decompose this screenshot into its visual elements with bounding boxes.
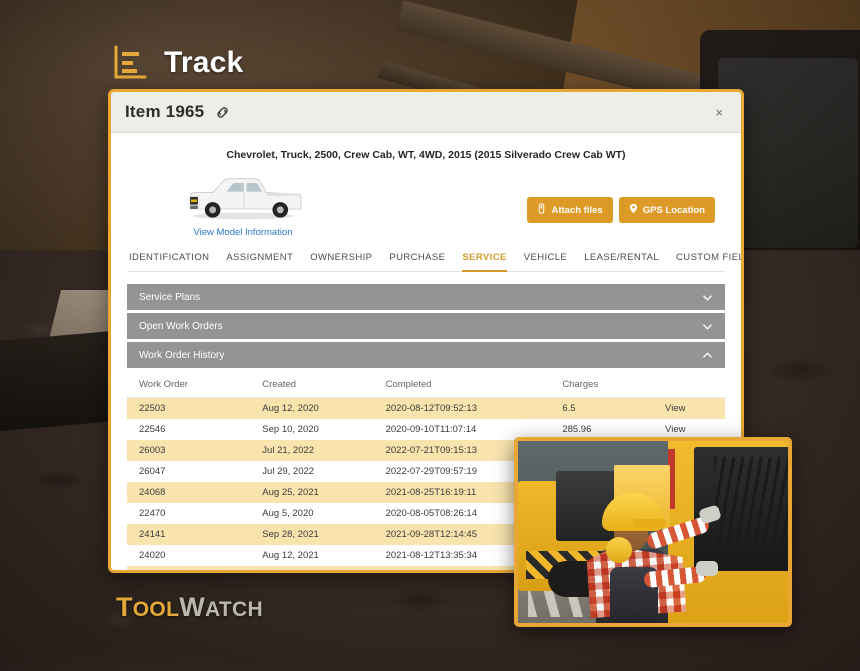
- track-header: Track: [112, 44, 243, 82]
- worker-inspecting-machinery-photo: [514, 437, 792, 627]
- photo-worker-ear-protection: [606, 537, 632, 563]
- panel-header: Item 1965 ×: [111, 92, 741, 133]
- gps-location-label: GPS Location: [642, 204, 705, 216]
- chevron-up-icon: [702, 350, 713, 361]
- accordion-open-work-orders-label: Open Work Orders: [139, 320, 223, 332]
- cell-created: Dec 20, 2019: [250, 566, 373, 570]
- cell-created: Jul 29, 2022: [262, 466, 315, 477]
- detail-tabs: IDENTIFICATION ASSIGNMENT OWNERSHIP PURC…: [127, 246, 741, 272]
- tab-purchase[interactable]: PURCHASE: [389, 247, 445, 272]
- asset-row: View Model Information Attach files GPS …: [127, 167, 725, 238]
- accordion-service-plans[interactable]: Service Plans: [127, 284, 725, 310]
- photo-worker-glove-lower: [696, 561, 718, 576]
- cell-completed: 2020-08-12T09:52:13: [385, 403, 477, 414]
- logo-text-tool-cap: T: [116, 592, 133, 622]
- cell-work-order: 20320: [127, 566, 250, 570]
- tab-identification[interactable]: IDENTIFICATION: [129, 247, 209, 272]
- column-header-charges: Charges: [550, 371, 654, 398]
- page-title: Track: [164, 46, 244, 79]
- cell-created: Aug 25, 2021: [262, 487, 319, 498]
- cell-work-order: 22503: [139, 403, 166, 414]
- column-header-actions: [653, 371, 725, 398]
- cell-created: Jul 21, 2022: [262, 445, 315, 456]
- cell-charges: 6.5: [562, 403, 576, 414]
- attach-files-button[interactable]: Attach files: [527, 197, 613, 223]
- photo-worker-hard-hat-brim: [634, 519, 666, 528]
- column-header-completed: Completed: [373, 371, 551, 398]
- table-row[interactable]: 22503 Aug 12, 2020 2020-08-12T09:52:13 6…: [127, 397, 725, 420]
- panel-action-buttons: Attach files GPS Location: [337, 167, 725, 223]
- cell-work-order: 24068: [139, 487, 166, 498]
- cell-work-order: 24020: [139, 550, 166, 561]
- cell-created: Aug 12, 2021: [262, 550, 319, 561]
- paperclip-icon: [537, 203, 546, 217]
- cell-created: Sep 10, 2020: [262, 424, 319, 435]
- logo-text-watch-rest: ATCH: [205, 598, 263, 621]
- tab-ownership[interactable]: OWNERSHIP: [310, 247, 372, 272]
- tab-service[interactable]: SERVICE: [462, 247, 507, 272]
- cell-created: Aug 12, 2020: [262, 403, 319, 414]
- accordion-open-work-orders[interactable]: Open Work Orders: [127, 313, 725, 339]
- track-bars-icon: [112, 44, 150, 82]
- asset-thumbnail-block: View Model Information: [127, 167, 337, 238]
- tab-lease-rental[interactable]: LEASE/RENTAL: [584, 247, 659, 272]
- cell-work-order: 24141: [139, 529, 166, 540]
- gps-location-button[interactable]: GPS Location: [618, 197, 715, 223]
- white-pickup-truck-thumbnail: [149, 167, 337, 225]
- cell-work-order: 26047: [139, 466, 166, 477]
- chevron-down-icon: [702, 292, 713, 303]
- panel-title: Item 1965: [125, 102, 205, 121]
- cell-work-order: 26003: [139, 445, 166, 456]
- toolwatch-logo: TOOLWATCH: [116, 592, 263, 623]
- cell-work-order: 22546: [139, 424, 166, 435]
- cell-created: Sep 28, 2021: [262, 529, 319, 540]
- logo-text-tool-rest: OOL: [132, 598, 180, 621]
- screenshot-stage: Track Item 1965 × Chevrolet, Truck, 2500…: [0, 0, 860, 671]
- cell-work-order: 22470: [139, 508, 166, 519]
- tab-vehicle[interactable]: VEHICLE: [524, 247, 567, 272]
- chevron-down-icon: [702, 321, 713, 332]
- accordion-service-plans-label: Service Plans: [139, 291, 201, 303]
- model-description: Chevrolet, Truck, 2500, Crew Cab, WT, 4W…: [226, 149, 626, 161]
- table-head: Work Order Created Completed Charges: [127, 371, 725, 398]
- view-link[interactable]: View: [653, 398, 725, 420]
- tab-assignment[interactable]: ASSIGNMENT: [226, 247, 293, 272]
- attach-files-label: Attach files: [551, 204, 603, 216]
- service-accordions: Service Plans Open Work Orders Work Orde…: [127, 284, 725, 368]
- logo-text-watch-cap: W: [179, 592, 205, 622]
- tab-custom-fields[interactable]: CUSTOM FIELDS: [676, 247, 741, 272]
- column-header-work-order: Work Order: [127, 371, 251, 398]
- table-header-row: Work Order Created Completed Charges: [127, 371, 725, 398]
- close-icon[interactable]: ×: [709, 102, 729, 123]
- accordion-work-order-history-label: Work Order History: [139, 349, 225, 361]
- cell-created: Aug 5, 2020: [262, 508, 314, 519]
- view-model-information-link[interactable]: View Model Information: [149, 227, 337, 238]
- photo-hydraulic-hoses: [714, 457, 788, 557]
- map-pin-icon: [629, 203, 638, 217]
- chain-link-icon[interactable]: [214, 104, 231, 121]
- accordion-work-order-history[interactable]: Work Order History: [127, 342, 725, 368]
- column-header-created: Created: [250, 371, 374, 398]
